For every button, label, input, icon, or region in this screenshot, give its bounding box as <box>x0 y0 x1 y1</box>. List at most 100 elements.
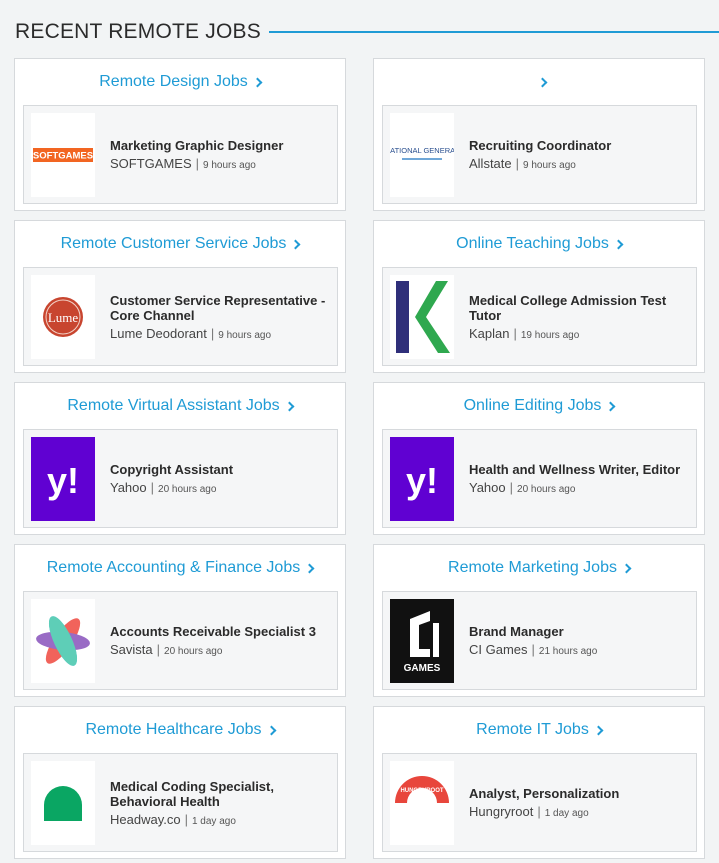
job-meta: Yahoo | 20 hours ago <box>110 480 233 495</box>
category-card-teaching: Online Teaching Jobs Medical College Adm… <box>373 220 705 373</box>
svg-text:y!: y! <box>47 460 79 501</box>
category-label: Remote Accounting & Finance Jobs <box>46 559 301 576</box>
separator: | <box>515 156 520 171</box>
separator: | <box>509 480 514 495</box>
job-meta: CI Games | 21 hours ago <box>469 642 597 657</box>
posted-time: 1 day ago <box>544 808 589 819</box>
job-title: Medical Coding Specialist, Behavioral He… <box>110 778 274 809</box>
company-name: Lume Deodorant <box>110 325 207 341</box>
chevron-right-icon <box>621 563 632 573</box>
job-listing[interactable]: Medical Coding Specialist, Behavioral He… <box>23 753 338 852</box>
chevron-right-icon <box>593 725 604 735</box>
separator: | <box>150 480 155 495</box>
separator: | <box>156 642 161 657</box>
job-listing[interactable]: SOFTGAMES Marketing Graphic Designer SOF… <box>23 105 338 204</box>
category-label: Remote Marketing Jobs <box>448 559 617 576</box>
jobs-grid: Remote Design Jobs SOFTGAMES Marketing G… <box>14 58 705 859</box>
svg-text:SOFTGAMES: SOFTGAMES <box>33 150 93 161</box>
job-title: Analyst, Personalization <box>469 786 620 801</box>
category-link[interactable]: Remote Virtual Assistant Jobs <box>15 383 345 429</box>
posted-time: 9 hours ago <box>203 160 256 171</box>
chevron-right-icon <box>613 239 624 249</box>
company-name: Savista <box>110 642 153 657</box>
category-link[interactable]: Remote Accounting & Finance Jobs <box>15 545 345 591</box>
svg-text:NATIONAL GENERAL: NATIONAL GENERAL <box>390 146 454 155</box>
job-listing[interactable]: Accounts Receivable Specialist 3 Savista… <box>23 591 338 690</box>
company-name: Hungryroot <box>469 804 534 819</box>
category-link[interactable] <box>374 59 704 105</box>
job-info: Medical Coding Specialist, Behavioral He… <box>110 779 337 827</box>
company-name: Allstate <box>469 156 512 171</box>
category-card-healthcare: Remote Healthcare Jobs Medical Coding Sp… <box>14 706 346 859</box>
company-name: SOFTGAMES <box>110 156 192 171</box>
job-info: Marketing Graphic Designer SOFTGAMES | 9 h… <box>110 138 291 171</box>
job-meta: Headway.co | 1 day ago <box>110 812 329 827</box>
hungryroot-logo: HUNGRYROOT <box>390 760 454 845</box>
job-meta: Lume Deodorant | 9 hours ago <box>110 326 329 341</box>
posted-time: 21 hours ago <box>538 646 598 657</box>
company-name: Headway.co <box>110 811 181 827</box>
job-listing[interactable]: GAMES Brand Manager CI Games | 21 hours ag… <box>382 591 697 690</box>
job-title: Recruiting Coordinator <box>469 138 612 153</box>
category-card-marketing: Remote Marketing Jobs GAMES Brand Manage… <box>373 544 705 697</box>
job-meta: Hungryroot | 1 day ago <box>469 804 619 819</box>
category-label: Online Teaching Jobs <box>456 235 609 252</box>
separator: | <box>531 642 535 657</box>
job-meta: Savista | 20 hours ago <box>110 642 316 657</box>
job-listing[interactable]: y! Copyright Assistant Yahoo | 20 hours ag… <box>23 429 338 528</box>
category-label: Remote Design Jobs <box>99 73 248 90</box>
job-title: Medical College Admission Test Tutor <box>469 292 667 323</box>
posted-time: 20 hours ago <box>164 646 223 657</box>
svg-text:y!: y! <box>406 460 438 501</box>
category-card-accounting: Remote Accounting & Finance Jobs Account… <box>14 544 346 697</box>
company-name: CI Games <box>469 642 528 657</box>
separator: | <box>195 156 200 171</box>
posted-time: 9 hours ago <box>218 329 272 341</box>
job-listing[interactable]: HUNGRYROOT Analyst, Personalization Hung… <box>382 753 697 852</box>
separator: | <box>513 325 517 341</box>
category-link[interactable]: Remote Design Jobs <box>15 59 345 105</box>
job-title: Copyright Assistant <box>110 462 234 477</box>
job-info: Accounts Receivable Specialist 3 Savista… <box>110 624 324 657</box>
title-rule <box>268 31 719 33</box>
section-header: RECENT REMOTE JOBS <box>15 18 719 46</box>
job-meta: Allstate | 9 hours ago <box>469 156 611 171</box>
job-info: Copyright Assistant Yahoo | 20 hours ago <box>110 462 241 495</box>
national-general-logo: NATIONAL GENERAL <box>390 112 454 197</box>
company-name: Yahoo <box>469 480 506 495</box>
category-link[interactable]: Online Editing Jobs <box>374 383 704 429</box>
separator: | <box>210 325 215 341</box>
separator: | <box>537 804 541 819</box>
job-info: Analyst, Personalization Hungryroot | 1 da… <box>469 786 627 819</box>
category-link[interactable]: Remote Healthcare Jobs <box>15 707 345 753</box>
category-card-customer-service: Remote Customer Service Jobs Lume Custom… <box>14 220 346 373</box>
job-listing[interactable]: Medical College Admission Test Tutor Kap… <box>382 267 697 366</box>
job-meta: SOFTGAMES | 9 hours ago <box>110 156 283 171</box>
posted-time: 20 hours ago <box>158 484 217 495</box>
category-label: Online Editing Jobs <box>463 397 602 414</box>
posted-time: 20 hours ago <box>517 484 576 495</box>
category-label: Remote IT Jobs <box>476 721 589 738</box>
job-title: Accounts Receivable Specialist 3 <box>110 624 316 639</box>
category-card-design: Remote Design Jobs SOFTGAMES Marketing G… <box>14 58 346 211</box>
savista-logo <box>31 598 95 683</box>
job-listing[interactable]: Lume Customer Service Representative - C… <box>23 267 338 366</box>
job-listing[interactable]: y! Health and Wellness Writer, Editor Ya… <box>382 429 697 528</box>
softgames-logo: SOFTGAMES <box>31 112 95 197</box>
job-title: Customer Service Representative - Core C… <box>110 292 326 323</box>
job-listing[interactable]: NATIONAL GENERAL Recruiting Coordinator … <box>382 105 697 204</box>
svg-text:HUNGRYROOT: HUNGRYROOT <box>400 788 443 794</box>
chevron-right-icon <box>537 77 547 87</box>
category-link[interactable]: Online Teaching Jobs <box>374 221 704 267</box>
posted-time: 9 hours ago <box>523 160 576 171</box>
category-label: Remote Virtual Assistant Jobs <box>67 397 280 414</box>
job-title: Marketing Graphic Designer <box>110 138 284 153</box>
svg-text:Lume: Lume <box>48 310 79 325</box>
category-link[interactable]: Remote Customer Service Jobs <box>15 221 345 267</box>
posted-time: 19 hours ago <box>520 329 580 341</box>
ci-games-logo: GAMES <box>390 598 454 683</box>
category-link[interactable]: Remote Marketing Jobs <box>374 545 704 591</box>
lume-logo: Lume <box>31 274 95 359</box>
chevron-right-icon <box>304 563 315 573</box>
category-link[interactable]: Remote IT Jobs <box>374 707 704 753</box>
